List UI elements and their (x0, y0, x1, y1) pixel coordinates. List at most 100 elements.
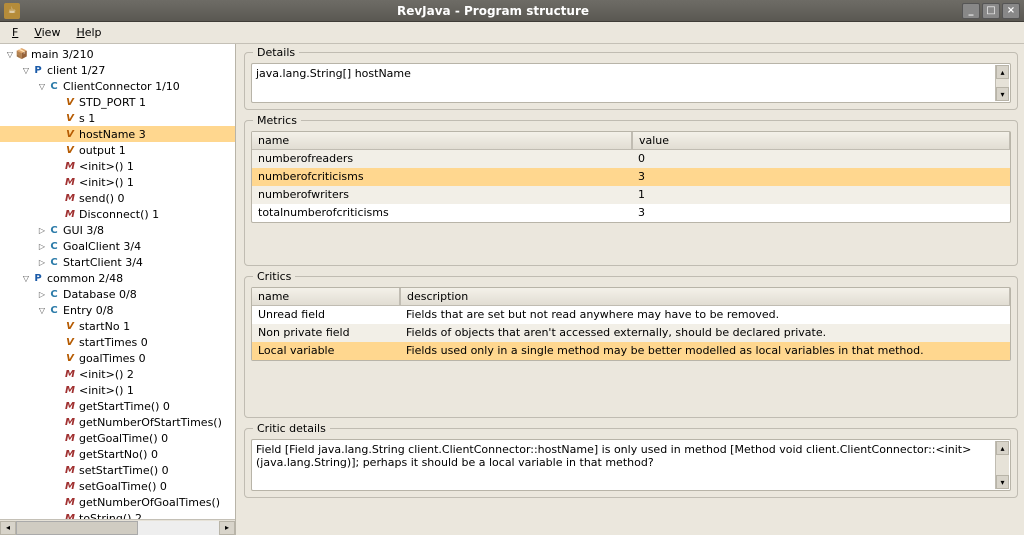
tree-collapse-icon[interactable]: ▽ (36, 80, 48, 92)
tree-expand-icon[interactable]: ▷ (36, 240, 48, 252)
tree-row[interactable]: MgetNumberOfGoalTimes() (0, 494, 235, 510)
tree-row[interactable]: Vs 1 (0, 110, 235, 126)
critics-col-desc[interactable]: description (400, 288, 1010, 306)
metric-name: numberofcriticisms (252, 168, 632, 186)
tree-toggle-empty (52, 416, 64, 428)
tree-row[interactable]: MgetStartNo() 0 (0, 446, 235, 462)
package-letter-icon: P (32, 64, 44, 76)
tree-row[interactable]: MDisconnect() 1 (0, 206, 235, 222)
maximize-button[interactable]: □ (982, 3, 1000, 19)
scroll-left-icon[interactable]: ◂ (0, 521, 16, 535)
tree-label: <init>() 1 (79, 384, 134, 397)
tree-row[interactable]: MgetNumberOfStartTimes() (0, 414, 235, 430)
tree-row[interactable]: ▽Pclient 1/27 (0, 62, 235, 78)
details-group: Details java.lang.String[] hostName ▴ ▾ (244, 52, 1018, 110)
metric-name: numberofreaders (252, 150, 632, 168)
tree-expand-icon[interactable]: ▷ (36, 256, 48, 268)
scroll-down-icon[interactable]: ▾ (996, 87, 1009, 101)
tree-row[interactable]: ▷CDatabase 0/8 (0, 286, 235, 302)
tree-toggle-empty (52, 512, 64, 519)
field-icon: V (64, 352, 76, 364)
tree-toggle-empty (52, 336, 64, 348)
tree-collapse-icon[interactable]: ▽ (36, 304, 48, 316)
method-icon: M (64, 416, 76, 428)
tree-expand-icon[interactable]: ▷ (36, 288, 48, 300)
critic-details-legend: Critic details (253, 422, 330, 435)
tree-toggle-empty (52, 432, 64, 444)
metrics-col-value[interactable]: value (632, 132, 1010, 150)
tree-row[interactable]: ▽CEntry 0/8 (0, 302, 235, 318)
scroll-down-icon[interactable]: ▾ (996, 475, 1009, 489)
metrics-col-name[interactable]: name (252, 132, 632, 150)
tree-row[interactable]: ▽CClientConnector 1/10 (0, 78, 235, 94)
tree-label: <init>() 2 (79, 368, 134, 381)
tree-label: ClientConnector 1/10 (63, 80, 180, 93)
tree-label: <init>() 1 (79, 176, 134, 189)
tree-row[interactable]: ▷CGoalClient 3/4 (0, 238, 235, 254)
tree-row[interactable]: VhostName 3 (0, 126, 235, 142)
critics-row[interactable]: Non private fieldFields of objects that … (252, 324, 1010, 342)
metrics-row[interactable]: numberofreaders0 (252, 150, 1010, 168)
critic-desc: Fields used only in a single method may … (400, 342, 1010, 360)
scroll-thumb[interactable] (16, 521, 138, 535)
tree-row[interactable]: MgetGoalTime() 0 (0, 430, 235, 446)
tree-label: StartClient 3/4 (63, 256, 143, 269)
tree-label: STD_PORT 1 (79, 96, 146, 109)
tree-row[interactable]: Voutput 1 (0, 142, 235, 158)
tree-row[interactable]: MgetStartTime() 0 (0, 398, 235, 414)
metric-value: 3 (632, 204, 1010, 222)
tree-row[interactable]: MtoString() 2 (0, 510, 235, 519)
tree-toggle-empty (52, 320, 64, 332)
tree-label: send() 0 (79, 192, 125, 205)
tree-row[interactable]: MsetStartTime() 0 (0, 462, 235, 478)
metric-name: numberofwriters (252, 186, 632, 204)
tree-row[interactable]: VstartTimes 0 (0, 334, 235, 350)
menu-file[interactable]: F (4, 24, 26, 41)
details-textbox[interactable]: java.lang.String[] hostName ▴ ▾ (251, 63, 1011, 103)
tree-row[interactable]: MsetGoalTime() 0 (0, 478, 235, 494)
tree-toggle-empty (52, 96, 64, 108)
tree-row[interactable]: Msend() 0 (0, 190, 235, 206)
scroll-right-icon[interactable]: ▸ (219, 521, 235, 535)
tree-row[interactable]: ▽Pcommon 2/48 (0, 270, 235, 286)
method-icon: M (64, 176, 76, 188)
tree-row[interactable]: M<init>() 2 (0, 366, 235, 382)
critics-table[interactable]: namedescriptionUnread fieldFields that a… (251, 287, 1011, 361)
critics-col-name[interactable]: name (252, 288, 400, 306)
tree-row[interactable]: ▽📦main 3/210 (0, 46, 235, 62)
scroll-up-icon[interactable]: ▴ (996, 441, 1009, 455)
tree-collapse-icon[interactable]: ▽ (4, 48, 16, 60)
critics-row[interactable]: Unread fieldFields that are set but not … (252, 306, 1010, 324)
tree-label: GUI 3/8 (63, 224, 104, 237)
metrics-table[interactable]: namevaluenumberofreaders0numberofcritici… (251, 131, 1011, 223)
scroll-up-icon[interactable]: ▴ (996, 65, 1009, 79)
tree-row[interactable]: ▷CStartClient 3/4 (0, 254, 235, 270)
tree-row[interactable]: VstartNo 1 (0, 318, 235, 334)
program-tree[interactable]: ▽📦main 3/210▽Pclient 1/27▽CClientConnect… (0, 44, 235, 519)
metrics-row[interactable]: numberofwriters1 (252, 186, 1010, 204)
tree-collapse-icon[interactable]: ▽ (20, 272, 32, 284)
details-text: java.lang.String[] hostName (256, 67, 411, 80)
critic-details-textbox[interactable]: Field [Field java.lang.String client.Cli… (251, 439, 1011, 491)
critics-row[interactable]: Local variableFields used only in a sing… (252, 342, 1010, 360)
minimize-button[interactable]: _ (962, 3, 980, 19)
tree-collapse-icon[interactable]: ▽ (20, 64, 32, 76)
tree-row[interactable]: M<init>() 1 (0, 174, 235, 190)
tree-row[interactable]: VSTD_PORT 1 (0, 94, 235, 110)
menu-help[interactable]: Help (68, 24, 109, 41)
tree-row[interactable]: M<init>() 1 (0, 158, 235, 174)
tree-label: common 2/48 (47, 272, 123, 285)
details-vscroll[interactable]: ▴ ▾ (995, 65, 1009, 101)
metrics-row[interactable]: numberofcriticisms3 (252, 168, 1010, 186)
critic-details-vscroll[interactable]: ▴ ▾ (995, 441, 1009, 489)
tree-label: main 3/210 (31, 48, 94, 61)
tree-row[interactable]: M<init>() 1 (0, 382, 235, 398)
tree-row[interactable]: ▷CGUI 3/8 (0, 222, 235, 238)
close-button[interactable]: × (1002, 3, 1020, 19)
metrics-row[interactable]: totalnumberofcriticisms3 (252, 204, 1010, 222)
tree-row[interactable]: VgoalTimes 0 (0, 350, 235, 366)
tree-expand-icon[interactable]: ▷ (36, 224, 48, 236)
menu-view[interactable]: View (26, 24, 68, 41)
tree-toggle-empty (52, 464, 64, 476)
tree-hscrollbar[interactable]: ◂ ▸ (0, 519, 235, 535)
